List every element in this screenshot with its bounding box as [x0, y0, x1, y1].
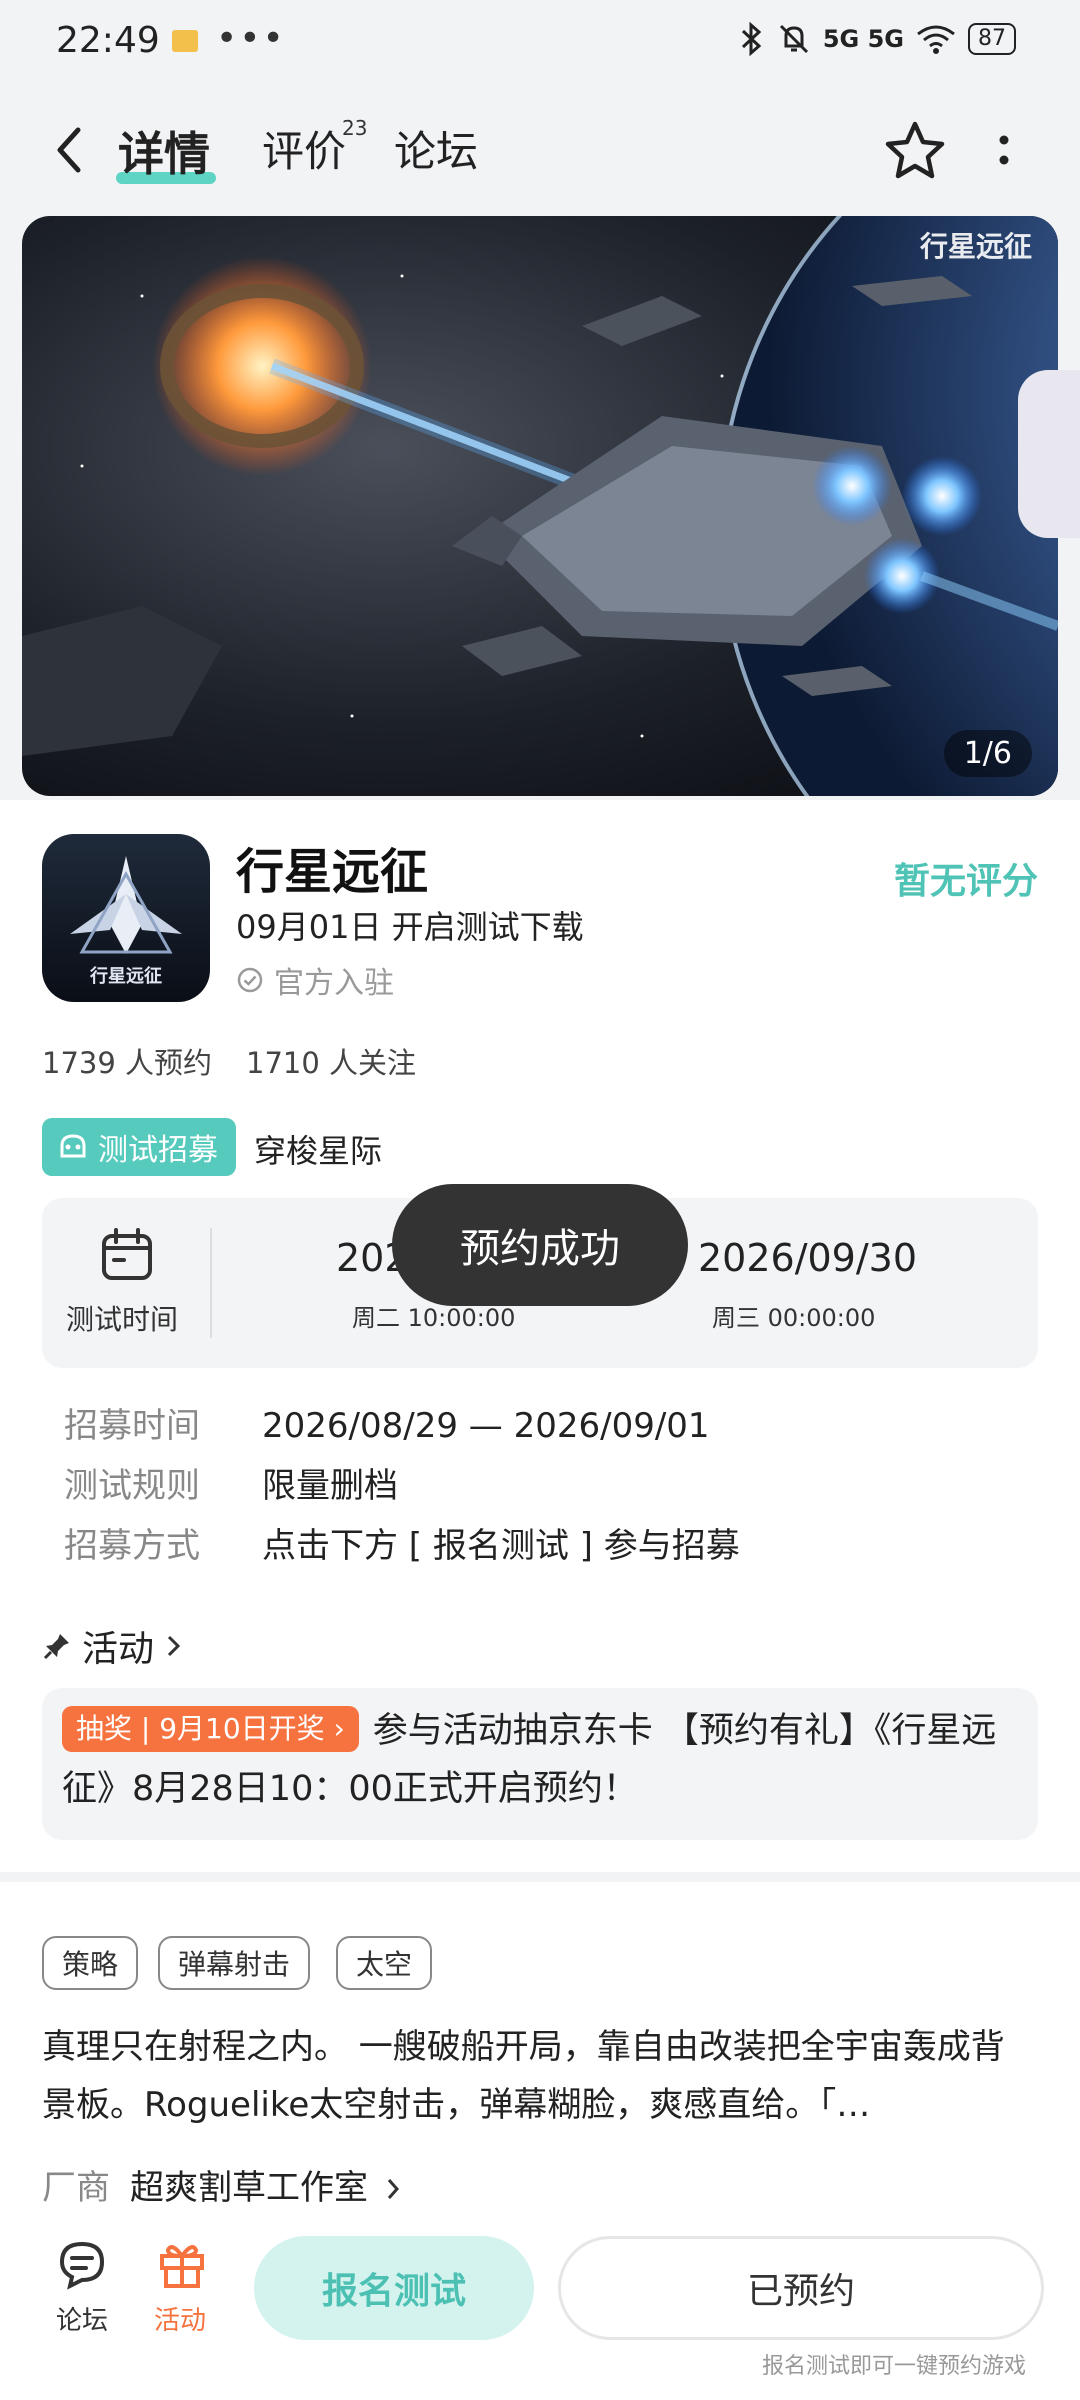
- back-button[interactable]: [48, 120, 88, 180]
- tab-details[interactable]: 详情: [118, 118, 210, 184]
- info-row-recruit-time: 招募时间 2026/08/29 — 2026/09/01: [64, 1398, 710, 1447]
- recruit-tag-label: 测试招募: [98, 1133, 218, 1168]
- game-description[interactable]: 真理只在射程之内。 一艘破船开局，靠自由改装把全宇宙轰成背景板。Roguelik…: [42, 2018, 1038, 2134]
- bluetooth-icon: [741, 22, 762, 56]
- info-key: 招募时间: [64, 1406, 200, 1446]
- activity-tab-label[interactable]: 活动: [154, 2300, 206, 2337]
- favorite-star-icon[interactable]: [882, 118, 948, 184]
- wifi-icon: [917, 25, 955, 54]
- app-icon: 行星远征: [42, 834, 210, 1002]
- signup-test-button[interactable]: 报名测试: [254, 2236, 534, 2340]
- vendor-name: 超爽割草工作室: [130, 2168, 368, 2208]
- info-value: 2026/08/29 — 2026/09/01: [262, 1406, 710, 1446]
- check-circle-icon: [237, 967, 263, 993]
- reviews-count-badge: 23: [342, 116, 368, 140]
- info-value: 限量删档: [262, 1466, 398, 1506]
- chevron-right-icon: [167, 1635, 181, 1657]
- status-bar: 22:49 ••• 5G 5G 87: [0, 0, 1080, 90]
- activity-content[interactable]: 抽奖 | 9月10日开奖 › 参与活动抽京东卡 【预约有礼】《行星远征》8月28日…: [62, 1702, 1018, 1818]
- vendor-label: 厂商: [42, 2168, 110, 2208]
- status-time: 22:49: [56, 20, 160, 61]
- test-download-date: 09月01日 开启测试下载: [236, 908, 584, 946]
- recruit-icon: [60, 1134, 86, 1158]
- reserved-button[interactable]: 已预约: [558, 2236, 1044, 2340]
- info-key: 测试规则: [64, 1466, 200, 1506]
- battery-icon: 87: [968, 23, 1016, 55]
- more-notifications-icon: •••: [216, 18, 286, 59]
- game-banner-image[interactable]: 行星远征: [22, 216, 1058, 796]
- vendor-link[interactable]: 厂商 超爽割草工作室: [42, 2160, 403, 2209]
- banner-page-counter: 1/6: [943, 730, 1032, 777]
- reservation-count: 1739 人预约: [42, 1046, 213, 1080]
- tag-chip[interactable]: 弹幕射击: [158, 1936, 311, 1990]
- test-end-weekday: 周三 00:00:00: [712, 1304, 876, 1332]
- forum-icon[interactable]: [54, 2236, 110, 2292]
- divider: [210, 1228, 212, 1338]
- tag-chip[interactable]: 策略: [42, 1936, 139, 1990]
- forum-tab-label[interactable]: 论坛: [56, 2300, 108, 2337]
- pin-icon: [43, 1634, 69, 1660]
- banner-logo-text: 行星远征: [919, 230, 1032, 262]
- official-label: 官方入驻: [274, 966, 394, 1001]
- gift-icon[interactable]: [154, 2236, 210, 2292]
- test-recruit-tag: 测试招募: [42, 1118, 236, 1176]
- more-menu-icon[interactable]: [990, 128, 1018, 178]
- info-row-recruit-method: 招募方式 点击下方 [ 报名测试 ] 参与招募: [64, 1518, 740, 1567]
- test-time-label: 测试时间: [66, 1303, 179, 1336]
- lottery-tag: 抽奖 | 9月10日开奖 ›: [62, 1706, 359, 1752]
- tag-chip[interactable]: 太空: [336, 1936, 433, 1990]
- rating-status: 暂无评分: [893, 861, 1038, 902]
- test-end-date: 2026/09/30: [698, 1236, 918, 1280]
- recruit-name: 穿梭星际: [254, 1132, 383, 1170]
- signal-icon: 5G 5G: [822, 25, 904, 53]
- info-value: 点击下方 [ 报名测试 ] 参与招募: [262, 1526, 740, 1566]
- mute-icon: [779, 24, 808, 54]
- calendar-icon: [102, 1228, 152, 1280]
- game-title: 行星远征: [236, 844, 429, 900]
- activity-heading: 活动: [82, 1629, 155, 1670]
- game-stats: 1739 人预约 1710 人关注: [42, 1040, 416, 1082]
- tab-reviews[interactable]: 评价: [262, 118, 346, 179]
- floating-side-button[interactable]: [1018, 370, 1080, 538]
- chevron-right-icon: [387, 2179, 399, 2199]
- info-row-test-rule: 测试规则 限量删档: [64, 1458, 398, 1507]
- tab-forum[interactable]: 论坛: [394, 118, 478, 179]
- toast-message: 预约成功: [392, 1184, 688, 1306]
- notification-icon: [172, 30, 198, 52]
- activity-section-link[interactable]: 活动: [42, 1620, 184, 1672]
- official-badge: 官方入驻: [236, 958, 394, 1002]
- signup-hint: 报名测试即可一键预约游戏: [762, 2354, 1027, 2379]
- app-icon-text: 行星远征: [89, 965, 162, 986]
- follower-count: 1710 人关注: [246, 1046, 417, 1080]
- info-key: 招募方式: [64, 1526, 200, 1566]
- status-icons: 5G 5G 87: [739, 22, 1016, 56]
